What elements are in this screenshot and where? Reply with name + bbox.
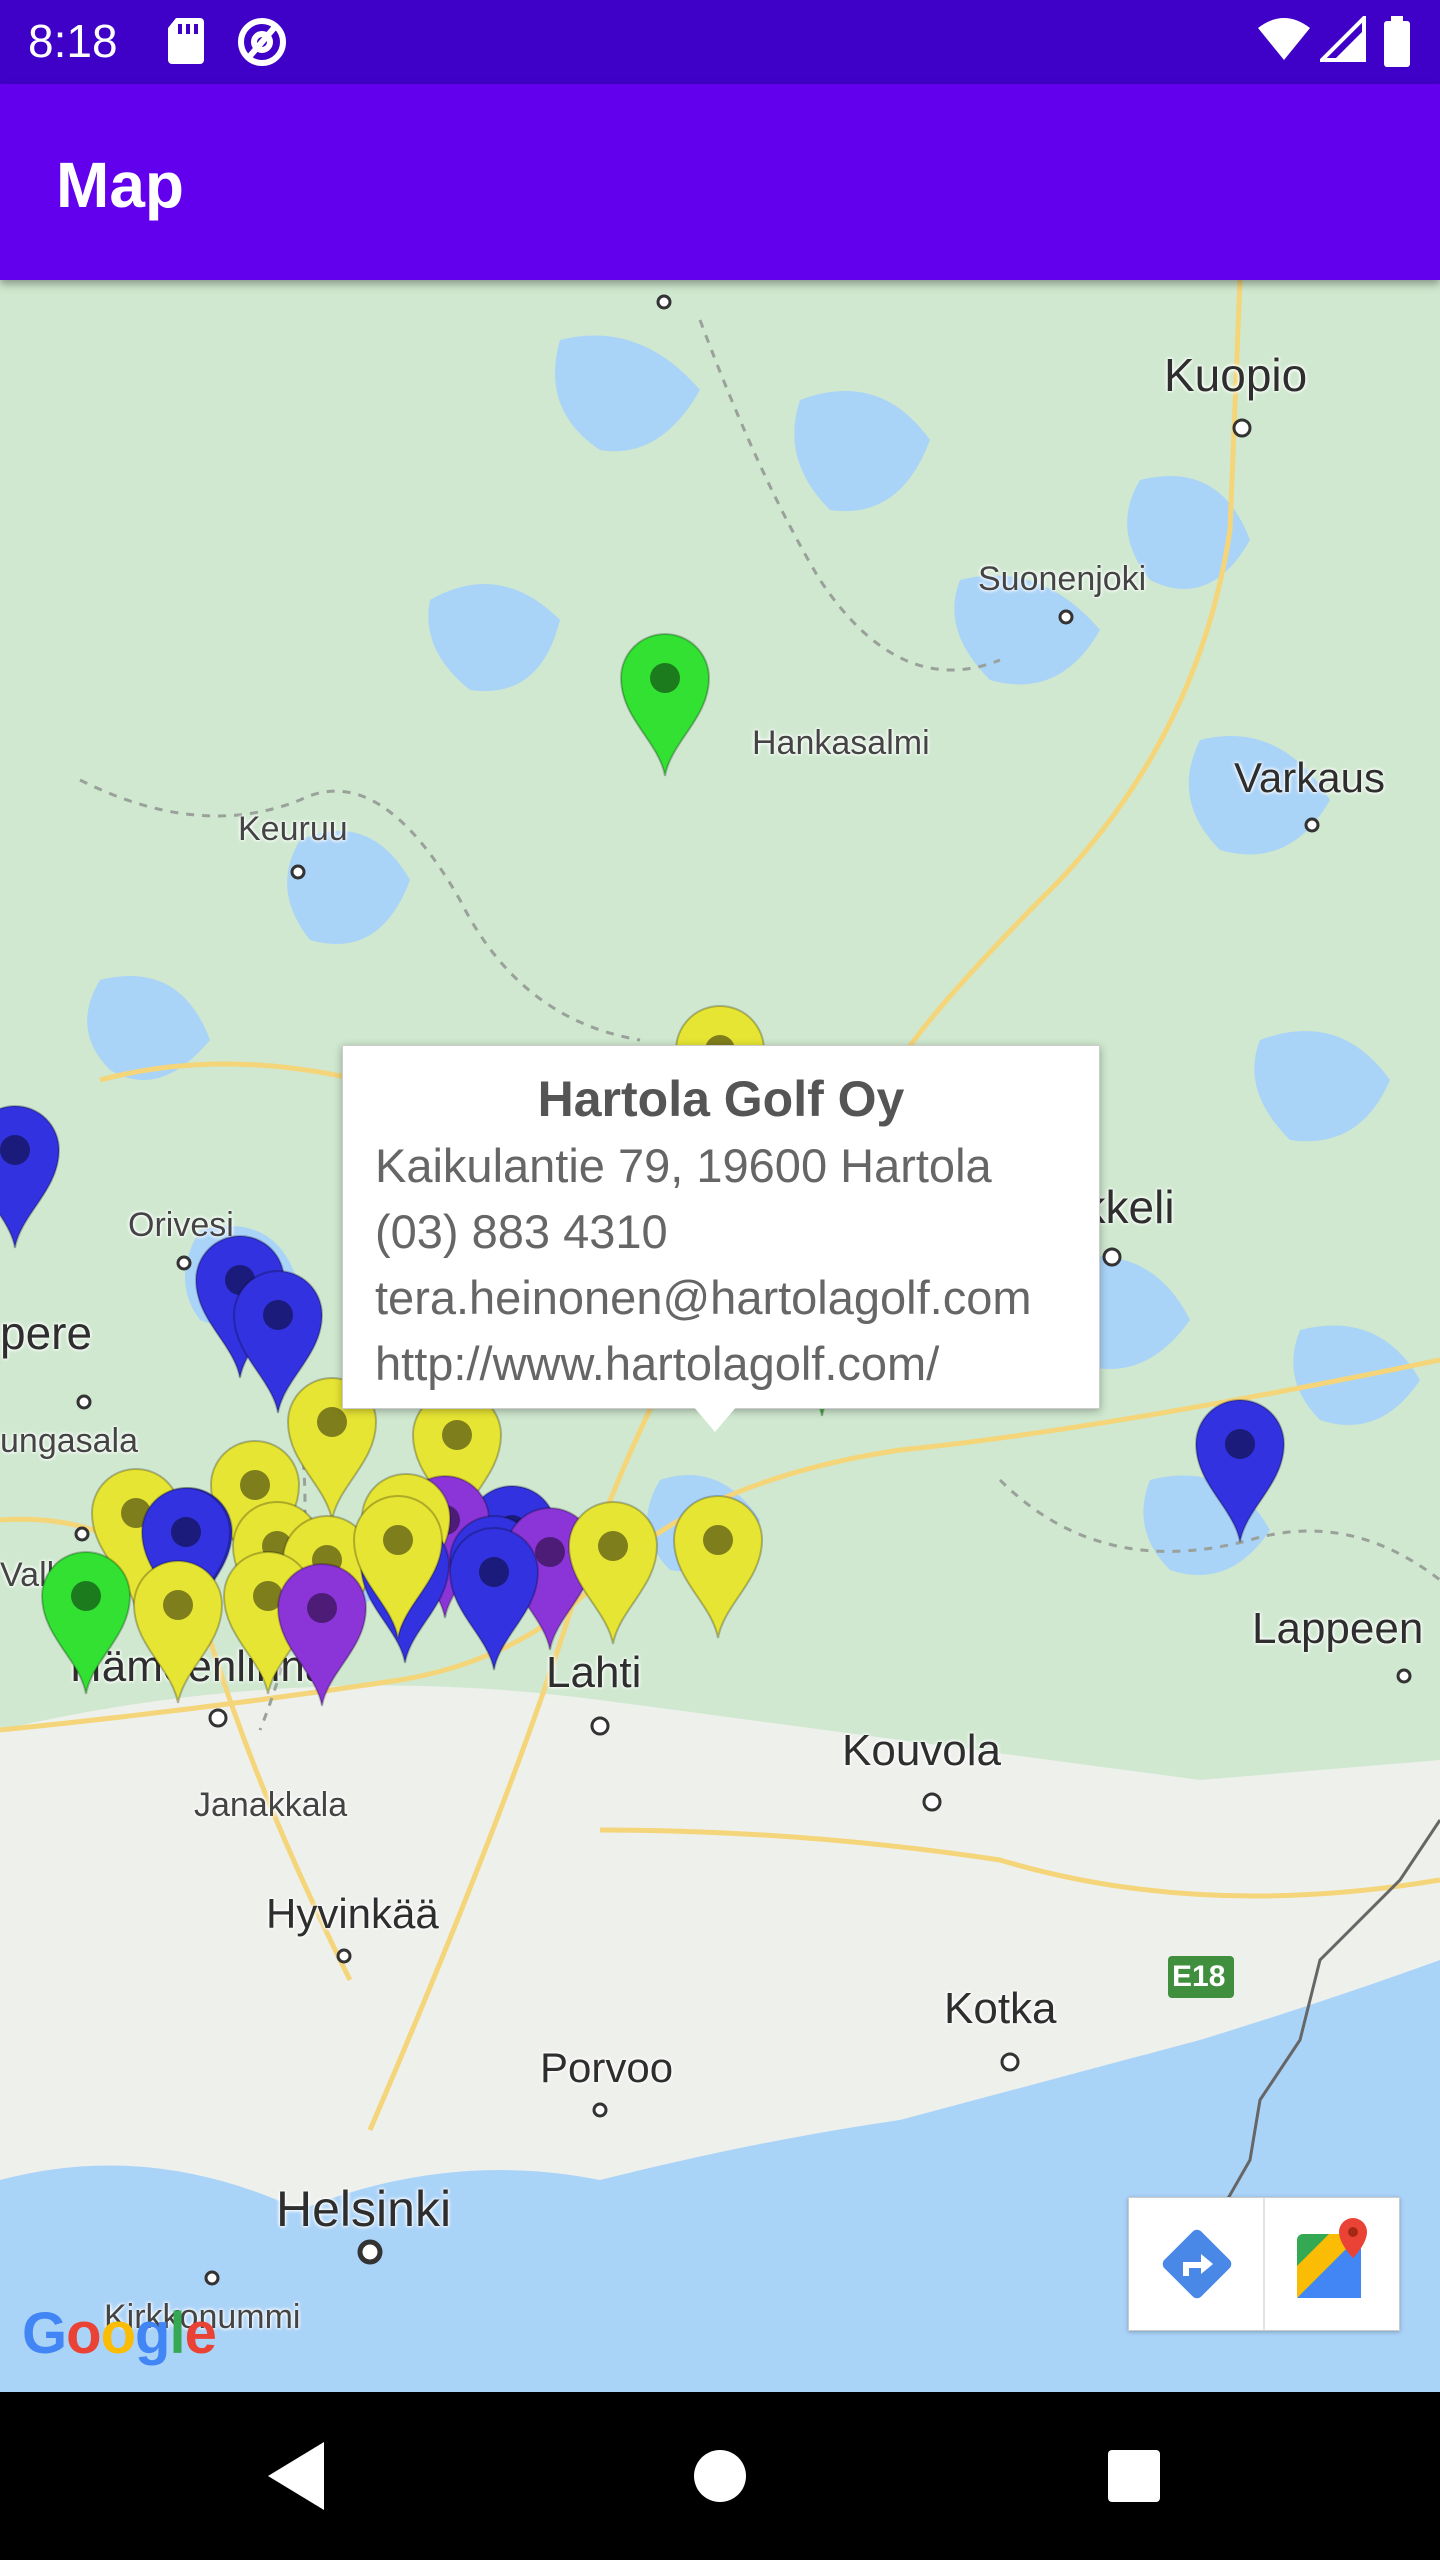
map-pin-icon bbox=[619, 633, 711, 777]
map-label-varkaus: Varkaus bbox=[1234, 754, 1385, 801]
info-window-address: Kaikulantie 79, 19600 Hartola bbox=[375, 1139, 992, 1192]
map-marker-yellow[interactable] bbox=[672, 1494, 764, 1640]
map-label-kuopio: Kuopio bbox=[1164, 349, 1308, 401]
map-marker-blue[interactable] bbox=[1194, 1398, 1286, 1544]
map-label-kotka: Kotka bbox=[944, 1984, 1057, 2033]
map-label-keuruu: Keuruu bbox=[238, 810, 348, 848]
open-google-maps-button[interactable] bbox=[1265, 2198, 1399, 2330]
at-sign-icon bbox=[238, 18, 286, 66]
map-marker-green[interactable] bbox=[619, 632, 711, 778]
map-label-tampere: pere bbox=[0, 1307, 93, 1359]
map-pin-icon bbox=[567, 1501, 659, 1645]
info-window-title: Hartola Golf Oy bbox=[537, 1071, 905, 1127]
map-pin-icon bbox=[0, 1105, 61, 1249]
map-pin-icon bbox=[352, 1495, 444, 1639]
map-label-hankasalmi: Hankasalmi bbox=[752, 724, 930, 762]
sd-card-icon bbox=[168, 18, 204, 64]
map-pin-icon bbox=[1194, 1399, 1286, 1543]
map-pin-icon bbox=[40, 1551, 132, 1695]
app-title: Map bbox=[56, 149, 184, 221]
home-icon[interactable] bbox=[680, 2436, 760, 2516]
map-marker-blue[interactable] bbox=[448, 1526, 540, 1672]
map-marker-yellow[interactable] bbox=[352, 1494, 444, 1640]
info-window-tail bbox=[693, 1406, 737, 1432]
map-pin-icon bbox=[448, 1527, 540, 1671]
map-label-suonenjoki: Suonenjoki bbox=[978, 560, 1147, 598]
wifi-icon bbox=[1258, 18, 1310, 60]
google-logo: Google bbox=[22, 2301, 217, 2366]
info-window-email: tera.heinonen@hartolagolf.com bbox=[375, 1271, 1032, 1324]
map-label-helsinki: Helsinki bbox=[276, 2181, 452, 2237]
road-shield-e18: E18 bbox=[1172, 1960, 1226, 1993]
map-marker-blue[interactable] bbox=[0, 1104, 61, 1250]
back-icon[interactable] bbox=[260, 2436, 340, 2516]
map-marker-yellow[interactable] bbox=[567, 1500, 659, 1646]
map-label-kouvola: Kouvola bbox=[842, 1726, 1002, 1775]
signal-icon bbox=[1320, 16, 1366, 62]
info-window-website: http://www.hartolagolf.com/ bbox=[375, 1337, 940, 1390]
info-window[interactable]: Hartola Golf Oy Kaikulantie 79, 19600 Ha… bbox=[342, 1045, 1100, 1432]
map-view[interactable]: Kuopio Suonenjoki Hankasalmi Varkaus Keu… bbox=[0, 280, 1440, 2392]
map-label-kangasala: ungasala bbox=[0, 1422, 139, 1460]
navigation-bar bbox=[0, 2392, 1440, 2560]
app-bar: Map bbox=[0, 84, 1440, 280]
map-label-porvoo: Porvoo bbox=[540, 2044, 674, 2091]
battery-icon bbox=[1384, 16, 1410, 67]
directions-button[interactable] bbox=[1129, 2198, 1265, 2330]
map-marker-yellow[interactable] bbox=[132, 1559, 224, 1705]
status-bar: 8:18 bbox=[0, 0, 1440, 84]
map-marker-green[interactable] bbox=[40, 1550, 132, 1696]
map-label-hyvinkaa: Hyvinkää bbox=[266, 1890, 439, 1937]
map-label-janakkala: Janakkala bbox=[194, 1786, 348, 1824]
map-label-lahti: Lahti bbox=[546, 1648, 642, 1697]
recents-icon[interactable] bbox=[1094, 2436, 1174, 2516]
directions-icon bbox=[1162, 2229, 1232, 2299]
status-time: 8:18 bbox=[28, 15, 118, 67]
map-pin-icon bbox=[132, 1560, 224, 1704]
map-label-lappeenranta: Lappeen bbox=[1252, 1604, 1424, 1653]
google-maps-icon bbox=[1297, 2218, 1367, 2298]
map-toolbar bbox=[1128, 2197, 1400, 2331]
info-window-phone: (03) 883 4310 bbox=[375, 1205, 668, 1258]
map-pin-icon bbox=[672, 1495, 764, 1639]
